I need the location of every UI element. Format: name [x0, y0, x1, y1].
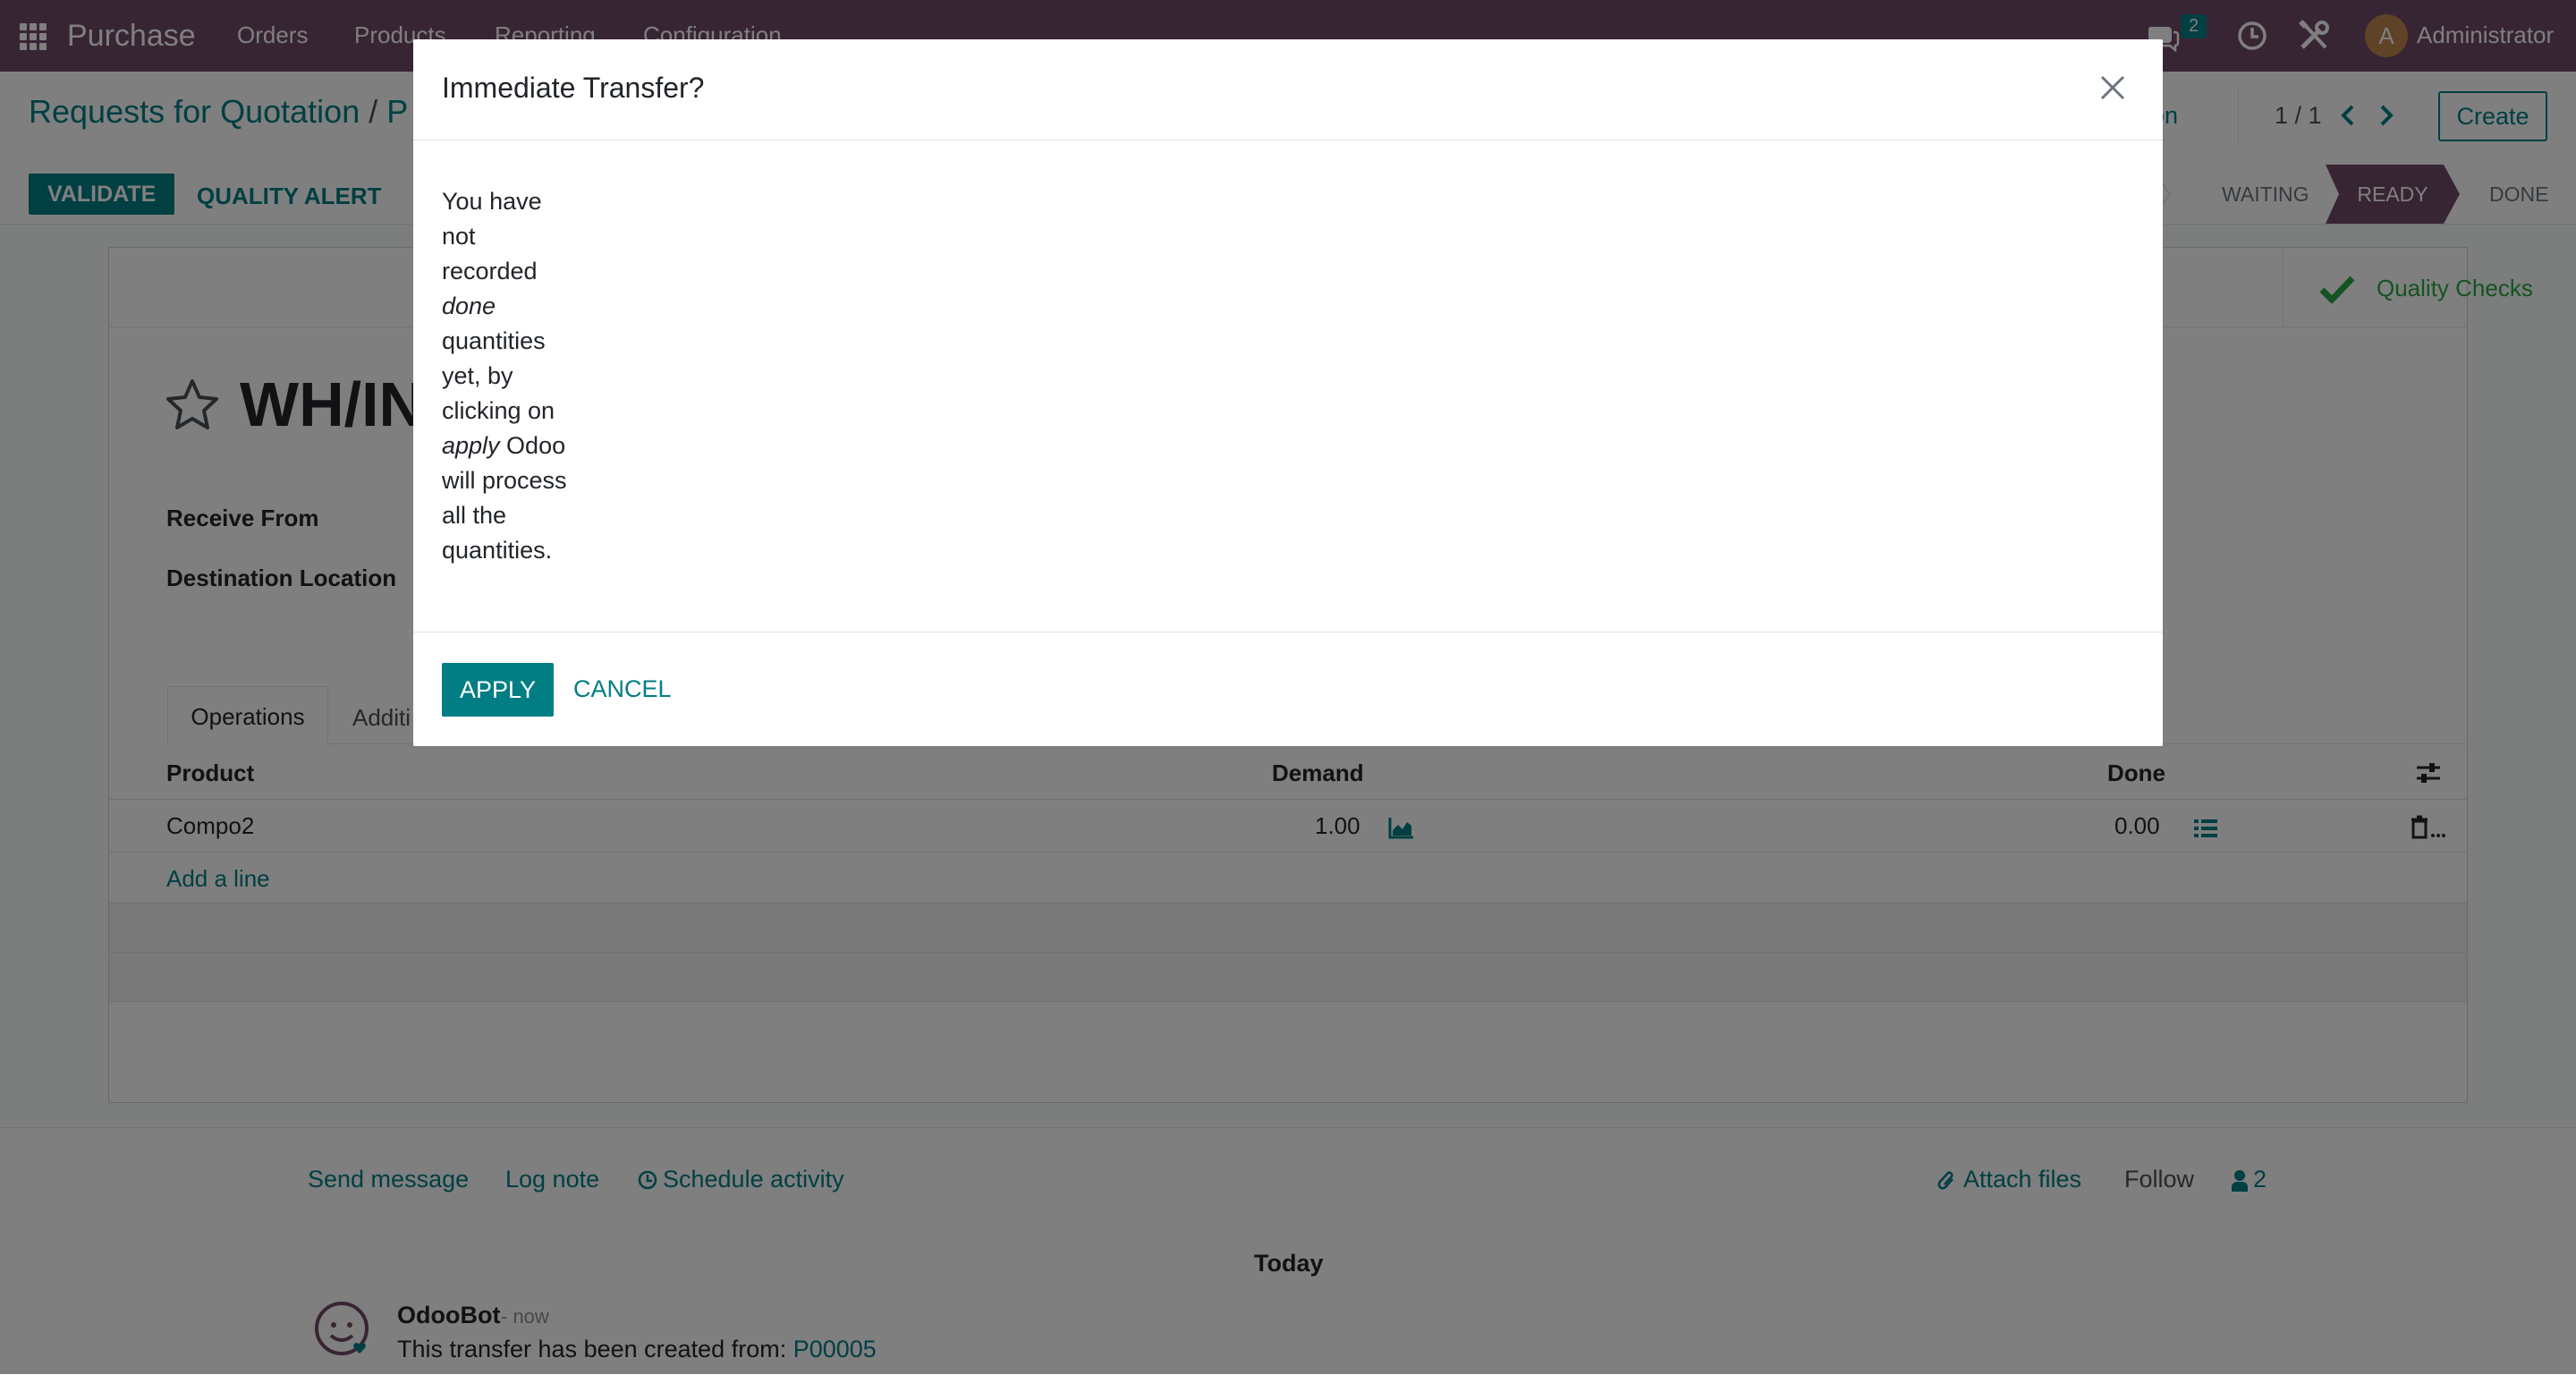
dialog-message-text: apply [442, 432, 500, 459]
dialog-message-line: will process [442, 463, 576, 498]
immediate-transfer-dialog: Immediate Transfer? You have not recorded d… [413, 39, 2163, 746]
dialog-message-text: recorded [442, 258, 538, 284]
dialog-message-text: yet, by [442, 362, 513, 389]
dialog-message-line: apply Odoo [442, 429, 576, 463]
dialog-message-line: quantities [442, 324, 576, 359]
dialog-message-text: You have [442, 188, 542, 215]
dialog-message-text: quantities [442, 327, 546, 354]
dialog-message-line: recorded [442, 254, 576, 289]
dialog-message-line: You have [442, 184, 576, 219]
dialog-message-text: all the [442, 502, 507, 529]
apply-button[interactable]: APPLY [442, 663, 555, 717]
dialog-message-line: clicking on [442, 394, 576, 429]
dialog-message-text: quantities. [442, 537, 553, 564]
dialog-message-text: not [442, 223, 476, 250]
dialog-message-line: quantities. [442, 533, 576, 568]
dialog-title: Immediate Transfer? [442, 72, 705, 104]
dialog-message-text: clicking on [442, 397, 555, 424]
close-icon[interactable] [2097, 72, 2129, 104]
dialog-message-line: done [442, 289, 576, 324]
dialog-message-line: not [442, 219, 576, 254]
dialog-message-line: yet, by [442, 359, 576, 394]
dialog-message-line: all the [442, 498, 576, 533]
dialog-message-text: done [442, 293, 496, 319]
dialog-footer: APPLY CANCEL [413, 632, 2163, 747]
dialog-message-text: Odoo [499, 432, 566, 459]
dialog-header: Immediate Transfer? [413, 39, 2163, 140]
dialog-message-text: will process [442, 467, 567, 494]
cancel-button[interactable]: CANCEL [573, 675, 672, 703]
dialog-message: You have not recorded done quantities yet, by… [442, 184, 576, 568]
